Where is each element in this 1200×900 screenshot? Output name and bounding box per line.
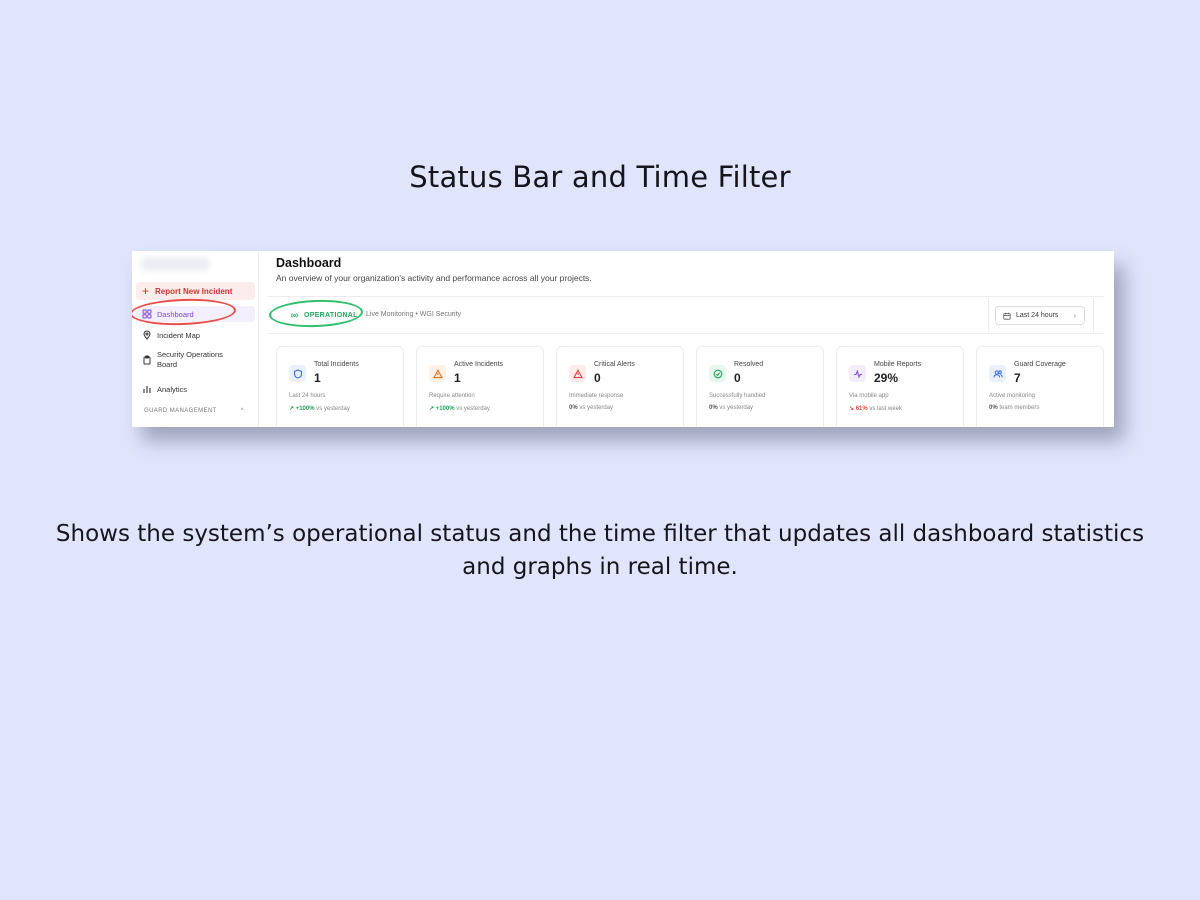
sidebar-item-analytics[interactable]: Analytics [136, 384, 255, 394]
broadcast-icon [291, 313, 298, 318]
card-trend: ↘ 61% vs last week [849, 405, 902, 412]
stats-cards: Total Incidents 1 Last 24 hours ↗ +100% … [276, 346, 1106, 427]
page-subtitle: An overview of your organization's activ… [276, 273, 592, 283]
stat-card-total-incidents[interactable]: Total Incidents 1 Last 24 hours ↗ +100% … [276, 346, 404, 427]
trend-value: ↗ +100% [289, 406, 315, 412]
warning-icon [432, 368, 443, 378]
users-icon [993, 369, 1003, 378]
card-value: 0 [734, 371, 741, 385]
card-title: Mobile Reports [874, 361, 922, 368]
card-value: 0 [594, 371, 601, 385]
card-description: Require attention [429, 393, 475, 399]
card-description: Last 24 hours [289, 393, 326, 399]
sidebar-item-label: Security Operations Board [157, 350, 223, 369]
chevron-up-icon: ^ [240, 408, 244, 414]
dashboard-screenshot: + Report New Incident Dashboard Incident… [132, 251, 1114, 427]
page-title: Dashboard [276, 256, 342, 270]
stat-card-active-incidents[interactable]: Active Incidents 1 Require attention ↗ +… [416, 346, 544, 427]
status-bar: OPERATIONAL Live Monitoring • WGI Securi… [268, 296, 1104, 334]
card-trend: 0% vs yesterday [569, 405, 613, 411]
report-new-incident-label: Report New Incident [155, 286, 233, 296]
shield-icon [293, 368, 302, 379]
trend-text: vs yesterday [719, 405, 754, 411]
trend-value: ↗ +100% [429, 406, 455, 412]
sidebar-item-label: Incident Map [157, 330, 200, 340]
stat-card-critical-alerts[interactable]: Critical Alerts 0 Immediate response 0% … [556, 346, 684, 427]
card-title: Guard Coverage [1014, 361, 1066, 368]
stat-card-mobile-reports[interactable]: Mobile Reports 29% Via mobile app ↘ 61% … [836, 346, 964, 427]
card-title: Resolved [734, 361, 764, 368]
trend-text: vs yesterday [579, 405, 614, 411]
trend-text: team members [999, 405, 1040, 411]
trend-text: vs last week [869, 406, 903, 412]
card-trend: ↗ +100% vs yesterday [289, 405, 350, 412]
section-label: GUARD MANAGEMENT [144, 408, 217, 414]
activity-icon-box [849, 365, 866, 382]
trend-value: 0% [989, 405, 998, 411]
card-value: 1 [314, 371, 321, 385]
card-value: 7 [1014, 371, 1021, 385]
slide-caption: Shows the system’s operational status an… [55, 521, 1145, 580]
shield-icon-box [289, 365, 306, 382]
check-circle-icon-box [709, 365, 726, 382]
sidebar-item-incident-map[interactable]: Incident Map [136, 330, 255, 340]
report-new-incident-button[interactable]: + Report New Incident [136, 282, 255, 300]
card-description: Via mobile app [849, 393, 889, 399]
guard-management-section[interactable]: GUARD MANAGEMENT ^ [144, 408, 244, 414]
main-content: Dashboard An overview of your organizati… [260, 251, 1114, 427]
card-title: Total Incidents [314, 361, 359, 368]
plus-icon: + [142, 284, 150, 298]
logo [140, 257, 210, 271]
calendar-icon [1003, 312, 1011, 320]
users-icon-box [989, 365, 1006, 382]
trend-text: vs yesterday [316, 406, 350, 412]
slide-title: Status Bar and Time Filter [409, 160, 791, 194]
stat-card-resolved[interactable]: Resolved 0 Successfully handled 0% vs ye… [696, 346, 824, 427]
trend-value: 0% [709, 405, 718, 411]
card-description: Active monitoring [989, 393, 1036, 399]
card-title: Active Incidents [454, 361, 504, 368]
time-filter-button[interactable]: Last 24 hours › [995, 306, 1085, 325]
alert-icon [572, 368, 583, 378]
grid-icon [142, 309, 152, 319]
chevron-right-icon: › [1073, 311, 1076, 320]
map-pin-icon [143, 330, 151, 340]
check-circle-icon [713, 369, 722, 378]
card-trend: ↗ +100% vs yesterday [429, 405, 490, 412]
sidebar-item-label: Analytics [157, 384, 188, 394]
status-meta: Live Monitoring • WGI Security [366, 311, 462, 318]
time-filter-container: Last 24 hours › [988, 298, 1094, 332]
card-trend: 0% team members [989, 405, 1039, 411]
card-value: 29% [874, 371, 899, 385]
card-value: 1 [454, 371, 461, 385]
clipboard-icon [143, 355, 151, 365]
sidebar-item-dashboard[interactable]: Dashboard [136, 306, 255, 322]
card-description: Successfully handled [709, 393, 766, 399]
trend-value: ↘ 61% [849, 406, 868, 412]
status-label: OPERATIONAL [304, 312, 358, 319]
activity-icon [853, 369, 862, 379]
trend-value: 0% [569, 405, 578, 411]
card-title: Critical Alerts [594, 361, 635, 368]
sidebar: + Report New Incident Dashboard Incident… [132, 251, 259, 427]
operational-status-badge: OPERATIONAL [290, 311, 358, 320]
time-filter-label: Last 24 hours [1016, 312, 1059, 319]
stat-card-guard-coverage[interactable]: Guard Coverage 7 Active monitoring 0% te… [976, 346, 1104, 427]
card-description: Immediate response [569, 393, 624, 399]
sidebar-item-label: Dashboard [157, 309, 194, 319]
bar-chart-icon [143, 386, 151, 393]
card-trend: 0% vs yesterday [709, 405, 753, 411]
alert-icon-box [569, 365, 586, 382]
sidebar-item-security-operations-board[interactable]: Security Operations Board [136, 350, 255, 370]
warning-icon-box [429, 365, 446, 382]
trend-text: vs yesterday [456, 406, 490, 412]
